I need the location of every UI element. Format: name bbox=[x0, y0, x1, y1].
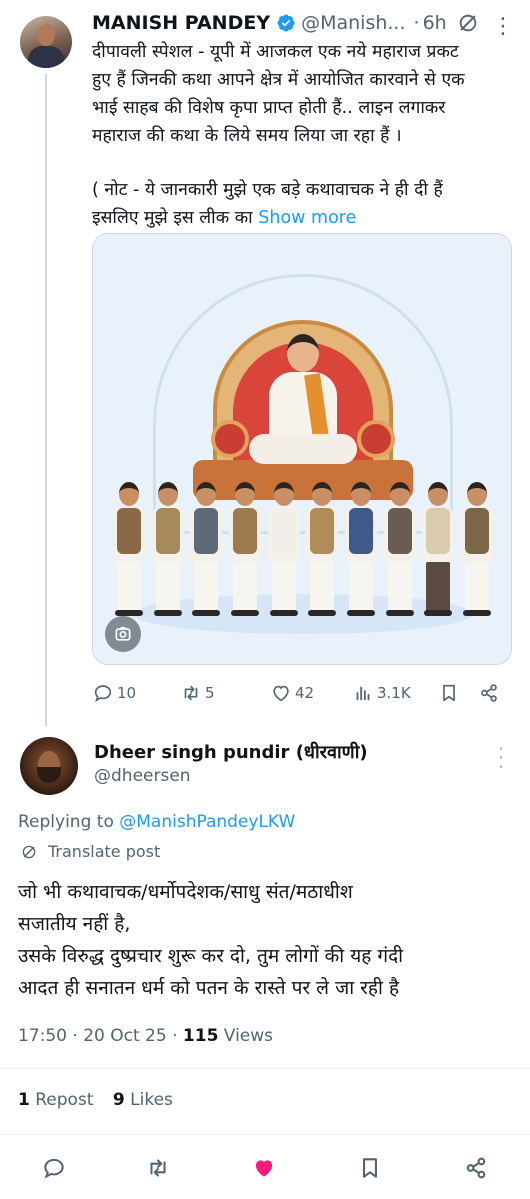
meta-separator: · bbox=[172, 1026, 178, 1046]
translate-icon bbox=[22, 845, 36, 858]
reply-line: उसके विरुद्ध दुष्प्रचार शुरू कर दो, तुम … bbox=[18, 945, 404, 967]
repost-stat-label: Repost bbox=[29, 1090, 94, 1110]
tweet-line: हुए हैं जिनकी कथा आपने क्षेत्र में आयोजि… bbox=[92, 70, 465, 90]
translate-label: Translate post bbox=[48, 842, 161, 861]
verified-icon bbox=[276, 13, 296, 33]
author-handle[interactable]: @Manish... bbox=[301, 12, 405, 34]
reply-line: आदत ही सनातन धर्म को पतन के रास्ते पर ले… bbox=[18, 977, 400, 999]
author-name[interactable]: MANISH PANDEY bbox=[92, 12, 270, 34]
more-icon[interactable]: · · · bbox=[496, 741, 506, 775]
illustration-follower bbox=[228, 482, 261, 622]
reply-button[interactable]: 10 bbox=[92, 678, 136, 708]
reply-actions bbox=[0, 1148, 530, 1188]
tweet-actions: 10 5 42 3.1K bbox=[92, 678, 506, 708]
reply-count: 10 bbox=[117, 684, 137, 702]
like-icon bbox=[255, 1160, 273, 1177]
illustration-guru-legs bbox=[249, 434, 357, 464]
reply-line: सजातीय नहीं है, bbox=[18, 913, 131, 935]
illustration-guru-head bbox=[287, 334, 319, 372]
tweet-line: महाराज की कथा के लिये समय लिया जा रहा है… bbox=[92, 126, 402, 146]
avatar-beard bbox=[37, 767, 61, 783]
bookmark-icon bbox=[363, 1158, 377, 1178]
repost-button[interactable] bbox=[144, 1154, 172, 1182]
illustration-throne-arm bbox=[357, 420, 395, 458]
tweet-line: भाई साहब की विशेष कृपा प्राप्त होती हैं.… bbox=[92, 98, 446, 118]
like-count: 42 bbox=[295, 684, 315, 702]
illustration-follower bbox=[267, 482, 300, 622]
share-button[interactable] bbox=[478, 678, 500, 708]
reply-icon bbox=[94, 685, 112, 702]
views-button[interactable]: 3.1K bbox=[352, 678, 411, 708]
reply-button[interactable] bbox=[40, 1154, 68, 1182]
replying-to-label: Replying to bbox=[18, 812, 120, 832]
illustration-follower bbox=[306, 482, 339, 622]
likes-stat[interactable]: 9 Likes bbox=[113, 1090, 173, 1110]
likes-stat-count: 9 bbox=[112, 1090, 125, 1110]
illustration-follower bbox=[190, 482, 223, 622]
reply-meta: 17:50 · 20 Oct 25 · 115 Views bbox=[18, 1026, 273, 1046]
tweet-text: दीपावली स्पेशल - यूपी में आजकल एक नये मह… bbox=[92, 38, 512, 232]
divider bbox=[0, 1134, 530, 1135]
like-icon bbox=[273, 685, 289, 702]
views-count: 3.1K bbox=[377, 684, 411, 702]
illustration-follower bbox=[422, 482, 455, 622]
repost-icon bbox=[150, 1159, 166, 1177]
show-more-link[interactable]: Show more bbox=[258, 208, 356, 228]
author-avatar[interactable] bbox=[20, 16, 72, 68]
header-separator: · bbox=[413, 12, 420, 34]
tweet-line-last: इसलिए मुझे इस लीक का Show more bbox=[92, 204, 512, 232]
media-badge-icon[interactable] bbox=[105, 616, 141, 652]
illustration-throne-arm bbox=[211, 420, 249, 458]
illustration-follower bbox=[151, 482, 184, 622]
bookmark-button[interactable] bbox=[438, 678, 460, 708]
illustration-followers bbox=[113, 482, 493, 622]
grok-icon[interactable] bbox=[457, 12, 479, 34]
tweet-media-image[interactable] bbox=[92, 233, 512, 665]
divider bbox=[0, 1068, 530, 1069]
replying-to-handle[interactable]: @ManishPandeyLKW bbox=[119, 812, 295, 832]
replying-to: Replying to @ManishPandeyLKW bbox=[18, 812, 295, 832]
share-button[interactable] bbox=[462, 1154, 490, 1182]
views-icon bbox=[356, 686, 370, 701]
illustration-follower bbox=[113, 482, 145, 622]
like-button-active[interactable] bbox=[250, 1154, 278, 1182]
bookmark-icon bbox=[443, 684, 455, 702]
repost-count: 5 bbox=[205, 684, 215, 702]
illustration-follower bbox=[383, 482, 416, 622]
tweet-line: दीपावली स्पेशल - यूपी में आजकल एक नये मह… bbox=[92, 42, 459, 62]
like-button[interactable]: 42 bbox=[270, 678, 314, 708]
thread-connector-line bbox=[45, 74, 47, 726]
tweet-line: इसलिए मुझे इस लीक का bbox=[92, 208, 259, 228]
tweet-line: ( नोट - ये जानकारी मुझे एक बड़े कथावाचक … bbox=[92, 180, 443, 200]
repost-icon bbox=[184, 685, 198, 701]
reply-views-count: 115 bbox=[182, 1026, 219, 1046]
share-icon bbox=[466, 1157, 486, 1179]
illustration-follower bbox=[460, 482, 493, 622]
reply-line: जो भी कथावाचक/धर्मोपदेशक/साधु संत/मठाधीश bbox=[18, 881, 353, 903]
bookmark-button[interactable] bbox=[356, 1154, 384, 1182]
repost-stat[interactable]: 1 Repost bbox=[18, 1090, 93, 1110]
illustration-follower bbox=[344, 482, 377, 622]
reply-stats: 1 Repost 9 Likes bbox=[18, 1090, 173, 1110]
likes-stat-label: Likes bbox=[124, 1090, 173, 1110]
more-icon[interactable]: ⋮ bbox=[492, 14, 515, 39]
tweet-header: MANISH PANDEY @Manish... · 6h bbox=[92, 10, 479, 36]
avatar-body bbox=[28, 46, 64, 68]
reply-text: जो भी कथावाचक/धर्मोपदेशक/साधु संत/मठाधीश… bbox=[18, 876, 518, 1004]
share-icon bbox=[481, 684, 497, 702]
reply-author-handle[interactable]: @dheersen bbox=[94, 766, 191, 786]
meta-separator: · bbox=[72, 1026, 78, 1046]
repost-stat-count: 1 bbox=[18, 1090, 30, 1110]
reply-icon bbox=[44, 1158, 64, 1179]
reply-author-name[interactable]: Dheer singh pundir (धीरवाणी) bbox=[94, 740, 368, 764]
translate-post-button[interactable]: Translate post bbox=[20, 842, 160, 861]
avatar-face bbox=[37, 24, 55, 46]
repost-button[interactable]: 5 bbox=[180, 678, 215, 708]
tweet-time[interactable]: 6h bbox=[423, 12, 447, 34]
reply-time[interactable]: 17:50 bbox=[18, 1026, 67, 1046]
reply-author-avatar[interactable] bbox=[20, 737, 78, 795]
reply-date[interactable]: 20 Oct 25 bbox=[83, 1026, 166, 1046]
reply-views-label: Views bbox=[218, 1026, 274, 1046]
